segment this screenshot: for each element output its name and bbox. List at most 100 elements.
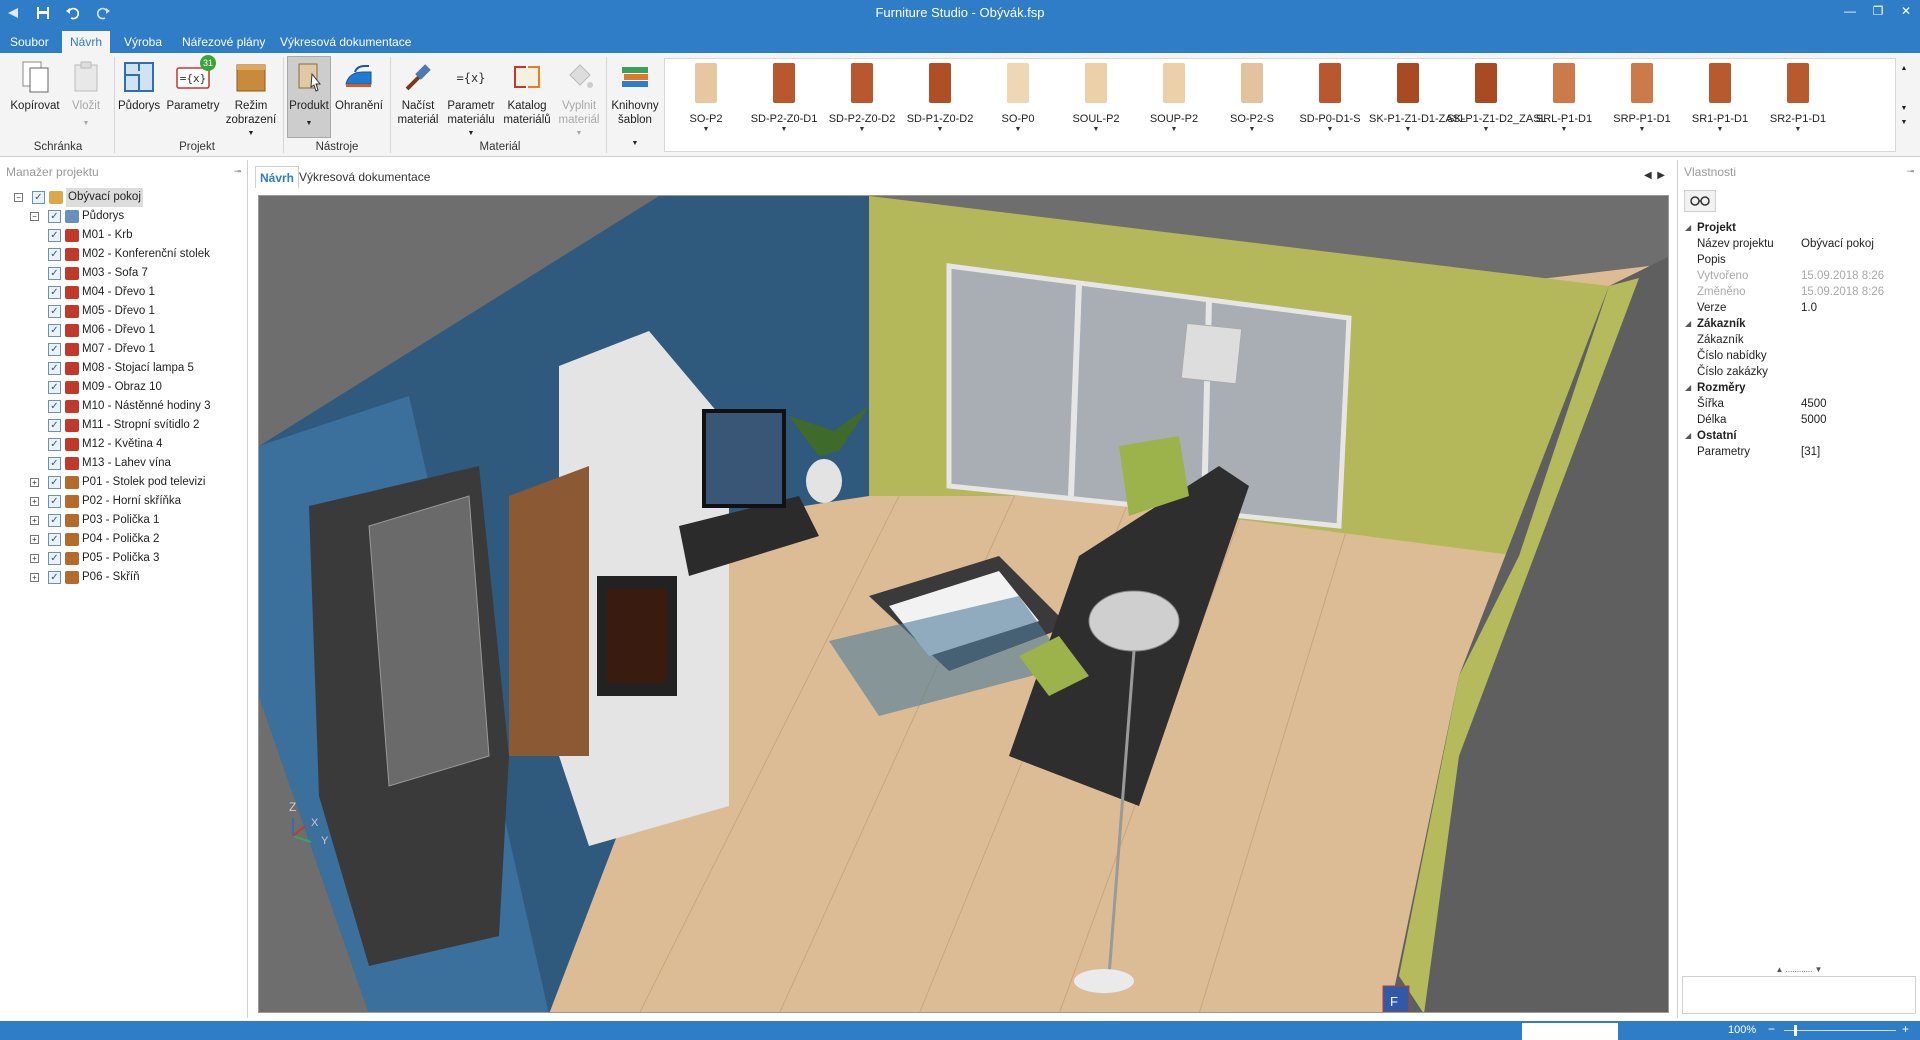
panel-splitter[interactable]: ▲ ............ ▼: [1682, 966, 1916, 974]
pin-icon[interactable]: ╼: [234, 160, 241, 184]
tree-checkbox[interactable]: ✓: [48, 514, 61, 527]
property-row[interactable]: Parametry [31]: [1681, 444, 1917, 460]
tab-next-icon[interactable]: ▶: [1657, 170, 1665, 181]
property-row[interactable]: Název projektu Obývací pokoj: [1681, 236, 1917, 252]
property-category[interactable]: ◢ Rozměry: [1681, 380, 1917, 396]
zoom-slider[interactable]: − +: [1768, 1022, 1918, 1038]
property-row[interactable]: Vytvořeno 15.09.2018 8:26: [1681, 268, 1917, 284]
gallery-item[interactable]: SD-P2-Z0-D2 ▼: [823, 63, 901, 133]
gallery-item-dropdown-icon[interactable]: ▼: [1447, 126, 1525, 133]
gallery-scroll[interactable]: ▲ ▼ ▼: [1897, 58, 1911, 152]
tree-checkbox[interactable]: ✓: [48, 476, 61, 489]
property-row[interactable]: Číslo nabídky: [1681, 348, 1917, 364]
gallery-item[interactable]: SD-P2-Z0-D1 ▼: [745, 63, 823, 133]
tree-checkbox[interactable]: ✓: [48, 210, 61, 223]
tree-checkbox[interactable]: ✓: [48, 571, 61, 584]
collapse-icon[interactable]: ◢: [1685, 380, 1691, 396]
tab-narezove-plany[interactable]: Nářezové plány: [176, 31, 271, 53]
floorplan-button[interactable]: Půdorys: [118, 59, 160, 113]
zoom-in-icon[interactable]: +: [1902, 1022, 1909, 1036]
tree-expand-icon[interactable]: +: [30, 573, 39, 582]
gallery-item[interactable]: SOUL-P2 ▼: [1057, 63, 1135, 133]
tree-item[interactable]: ✓ M07 - Dřevo 1: [0, 340, 247, 359]
tree-item[interactable]: + ✓ P05 - Polička 3: [0, 549, 247, 568]
view-cube-label[interactable]: F: [1390, 994, 1398, 1009]
tree-item[interactable]: + ✓ P04 - Polička 2: [0, 530, 247, 549]
tree-item[interactable]: ✓ M09 - Obraz 10: [0, 378, 247, 397]
tree-checkbox[interactable]: ✓: [48, 400, 61, 413]
gallery-item[interactable]: SRL-P1-D1 ▼: [1525, 63, 1603, 133]
collapse-icon[interactable]: ◢: [1685, 220, 1691, 236]
property-row[interactable]: Délka 5000: [1681, 412, 1917, 428]
tree-item[interactable]: ✓ M08 - Stojací lampa 5: [0, 359, 247, 378]
gallery-item-dropdown-icon[interactable]: ▼: [1759, 126, 1837, 133]
gallery-item-dropdown-icon[interactable]: ▼: [823, 126, 901, 133]
tree-checkbox[interactable]: ✓: [48, 552, 61, 565]
tree-checkbox[interactable]: ✓: [48, 533, 61, 546]
tree-item[interactable]: ✓ M12 - Květina 4: [0, 435, 247, 454]
tree-item[interactable]: ✓ M01 - Krb: [0, 226, 247, 245]
property-row[interactable]: Šířka 4500: [1681, 396, 1917, 412]
tree-item[interactable]: ✓ M13 - Lahev vína: [0, 454, 247, 473]
property-row[interactable]: Změněno 15.09.2018 8:26: [1681, 284, 1917, 300]
tab-soubor[interactable]: Soubor: [4, 31, 55, 53]
tree-item[interactable]: − ✓ Obývací pokoj: [0, 188, 247, 207]
tree-expand-icon[interactable]: +: [30, 478, 39, 487]
product-button[interactable]: Produkt ▼: [287, 59, 331, 131]
tab-prev-icon[interactable]: ◀: [1644, 170, 1652, 181]
gallery-item-dropdown-icon[interactable]: ▼: [1525, 126, 1603, 133]
gallery-item[interactable]: SD-P1-Z0-D2 ▼: [901, 63, 979, 133]
material-parameter-button[interactable]: ={x} Parametr materiálu ▼: [444, 59, 498, 141]
tree-item[interactable]: + ✓ P03 - Polička 1: [0, 511, 247, 530]
gallery-item-dropdown-icon[interactable]: ▼: [1291, 126, 1369, 133]
gallery-item-dropdown-icon[interactable]: ▼: [1603, 126, 1681, 133]
tree-checkbox[interactable]: ✓: [48, 495, 61, 508]
gallery-up-icon[interactable]: ▲: [1897, 64, 1911, 74]
tree-item[interactable]: ✓ M11 - Stropní svítidlo 2: [0, 416, 247, 435]
tree-checkbox[interactable]: ✓: [48, 324, 61, 337]
property-row[interactable]: Verze 1.0: [1681, 300, 1917, 316]
tree-item[interactable]: ✓ M05 - Dřevo 1: [0, 302, 247, 321]
properties-pin-icon[interactable]: ╼: [1907, 160, 1914, 184]
doc-tab-vykresova-dokumentace[interactable]: Výkresová dokumentace: [295, 166, 434, 188]
gallery-more-icon[interactable]: ▼: [1897, 118, 1911, 128]
3d-viewport[interactable]: Z X Y F: [258, 195, 1669, 1013]
zoom-thumb[interactable]: [1794, 1025, 1797, 1036]
tree-item[interactable]: + ✓ P02 - Horní skříňka: [0, 492, 247, 511]
tab-vyroba[interactable]: Výroba: [118, 31, 168, 53]
property-category[interactable]: ◢ Ostatní: [1681, 428, 1917, 444]
tree-expand-icon[interactable]: +: [30, 497, 39, 506]
tree-expand-icon[interactable]: +: [30, 516, 39, 525]
close-icon[interactable]: ✕: [1898, 3, 1914, 19]
tree-checkbox[interactable]: ✓: [48, 248, 61, 261]
tree-item[interactable]: ✓ M06 - Dřevo 1: [0, 321, 247, 340]
tree-expand-icon[interactable]: +: [30, 535, 39, 544]
gallery-item[interactable]: SK-P1-Z1-D1-ZASL ▼: [1369, 63, 1466, 133]
tree-checkbox[interactable]: ✓: [48, 457, 61, 470]
tree-checkbox[interactable]: ✓: [48, 286, 61, 299]
zoom-out-icon[interactable]: −: [1768, 1022, 1775, 1036]
property-category[interactable]: ◢ Zákazník: [1681, 316, 1917, 332]
gallery-item-dropdown-icon[interactable]: ▼: [901, 126, 979, 133]
gallery-item[interactable]: SOUP-P2 ▼: [1135, 63, 1213, 133]
gallery-item[interactable]: SD-P0-D1-S ▼: [1291, 63, 1369, 133]
gallery-item-dropdown-icon[interactable]: ▼: [979, 126, 1057, 133]
tree-checkbox[interactable]: ✓: [48, 305, 61, 318]
gallery-item[interactable]: SRP-P1-D1 ▼: [1603, 63, 1681, 133]
tab-navrh[interactable]: Návrh: [62, 31, 110, 53]
tree-expand-icon[interactable]: −: [30, 212, 39, 221]
property-row[interactable]: Zákazník: [1681, 332, 1917, 348]
collapse-icon[interactable]: ◢: [1685, 428, 1691, 444]
paste-button[interactable]: Vložit ▼: [64, 59, 108, 131]
tree-item[interactable]: + ✓ P06 - Skříň: [0, 568, 247, 587]
tree-item[interactable]: ✓ M02 - Konferenční stolek: [0, 245, 247, 264]
display-mode-button[interactable]: Režim zobrazení ▼: [224, 59, 278, 141]
gallery-item[interactable]: SO-P0 ▼: [979, 63, 1057, 133]
glasses-icon[interactable]: [1684, 190, 1716, 212]
tree-item[interactable]: ✓ M10 - Nástěnné hodiny 3: [0, 397, 247, 416]
copy-button[interactable]: Kopírovat: [8, 59, 62, 113]
gallery-item-dropdown-icon[interactable]: ▼: [667, 126, 745, 133]
tree-item[interactable]: ✓ M03 - Sofa 7: [0, 264, 247, 283]
gallery-item-dropdown-icon[interactable]: ▼: [1213, 126, 1291, 133]
tree-checkbox[interactable]: ✓: [48, 267, 61, 280]
